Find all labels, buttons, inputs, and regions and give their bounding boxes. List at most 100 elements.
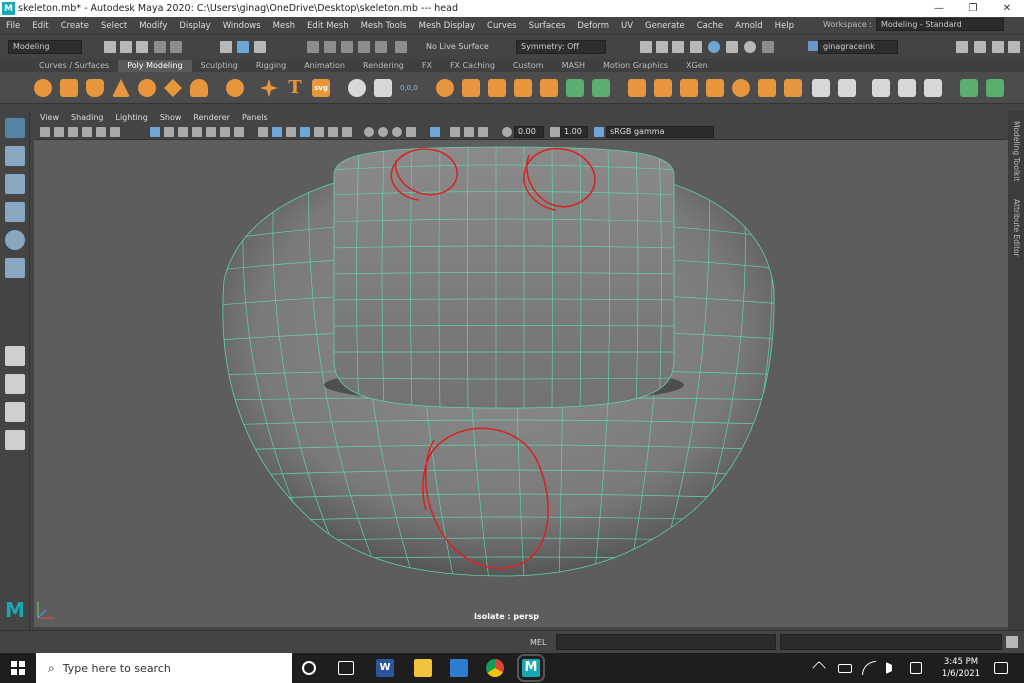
grease-pencil-icon[interactable] — [110, 127, 120, 137]
snap-curve-icon[interactable] — [324, 41, 336, 53]
lasso-tool-icon[interactable] — [5, 146, 25, 166]
menu-create[interactable]: Create — [61, 21, 89, 31]
color-space-dropdown[interactable]: sRGB gamma — [606, 126, 714, 138]
isolate-select-icon[interactable] — [430, 127, 440, 137]
maya-taskbar-icon[interactable]: M — [517, 654, 545, 682]
move-tool-icon[interactable] — [5, 202, 25, 222]
battery-icon[interactable] — [838, 664, 852, 673]
extract-icon[interactable] — [514, 79, 532, 97]
four-view-layout-icon[interactable] — [5, 374, 25, 394]
wireframe-icon[interactable] — [258, 127, 268, 137]
snap-grid-icon[interactable] — [307, 41, 319, 53]
script-editor-icon[interactable] — [1006, 636, 1018, 648]
boolean-icon[interactable] — [462, 79, 480, 97]
chrome-icon[interactable] — [486, 659, 504, 677]
menu-help[interactable]: Help — [775, 21, 794, 31]
quad-draw-icon[interactable] — [872, 79, 890, 97]
panel-menu-view[interactable]: View — [40, 113, 59, 122]
poly-disc-icon[interactable] — [190, 79, 208, 97]
shelf-tab-fx-caching[interactable]: FX Caching — [441, 60, 504, 72]
paint-select-tool-icon[interactable] — [5, 174, 25, 194]
taskbar-clock[interactable]: 3:45 PM 1/6/2021 — [938, 656, 984, 680]
poly-cone-icon[interactable] — [112, 79, 130, 97]
modeling-toolkit-toggle-icon[interactable] — [956, 41, 968, 53]
gamma-field[interactable]: 1.00 — [560, 126, 588, 138]
extrude-icon[interactable] — [628, 79, 646, 97]
menu-generate[interactable]: Generate — [645, 21, 685, 31]
snap-plane-icon[interactable] — [375, 41, 387, 53]
chevron-up-icon[interactable] — [811, 660, 827, 676]
menu-uv[interactable]: UV — [621, 21, 633, 31]
wedge-icon[interactable] — [758, 79, 776, 97]
single-perspective-layout-icon[interactable] — [5, 346, 25, 366]
close-button[interactable]: ✕ — [990, 0, 1024, 17]
super-shape-icon[interactable] — [260, 79, 278, 97]
command-input[interactable] — [556, 634, 776, 650]
bookmark-icon[interactable] — [68, 127, 78, 137]
separate-icon[interactable] — [374, 79, 392, 97]
select-objects-icon[interactable] — [237, 41, 249, 53]
poly-torus-icon[interactable] — [138, 79, 156, 97]
merge-icon[interactable] — [540, 79, 558, 97]
select-components-icon[interactable] — [254, 41, 266, 53]
workspace-dropdown[interactable]: Modeling - Standard — [876, 18, 1004, 31]
snap-live-icon[interactable] — [395, 41, 407, 53]
minimize-button[interactable]: — — [922, 0, 956, 17]
file-explorer-icon[interactable] — [414, 659, 432, 677]
shelf-tab-animation[interactable]: Animation — [295, 60, 354, 72]
rotate-tool-icon[interactable] — [5, 230, 25, 250]
menu-surfaces[interactable]: Surfaces — [529, 21, 566, 31]
channel-box-toggle-icon[interactable] — [1008, 41, 1020, 53]
default-material-icon[interactable] — [286, 127, 296, 137]
pen-workspace-icon[interactable] — [910, 662, 922, 674]
snap-point-icon[interactable] — [341, 41, 353, 53]
xray-icon[interactable] — [314, 127, 324, 137]
panel-menu-show[interactable]: Show — [160, 113, 182, 122]
photos-app-icon[interactable] — [450, 659, 468, 677]
start-button[interactable] — [0, 653, 36, 683]
tab-attribute-editor[interactable]: Attribute Editor — [1012, 199, 1021, 257]
anti-aliasing-icon[interactable] — [406, 127, 416, 137]
undo-icon[interactable] — [154, 41, 166, 53]
textured-icon[interactable] — [328, 127, 338, 137]
menu-windows[interactable]: Windows — [223, 21, 261, 31]
ambient-occlusion-icon[interactable] — [378, 127, 388, 137]
menu-display[interactable]: Display — [179, 21, 210, 31]
append-poly-icon[interactable] — [592, 79, 610, 97]
render-settings-icon[interactable] — [690, 41, 702, 53]
bevel-icon[interactable] — [654, 79, 672, 97]
tab-modeling-toolkit[interactable]: Modeling Toolkit — [1012, 121, 1021, 181]
tool-settings-toggle-icon[interactable] — [992, 41, 1004, 53]
shelf-tab-sculpting[interactable]: Sculpting — [192, 60, 247, 72]
menu-edit-mesh[interactable]: Edit Mesh — [307, 21, 349, 31]
menu-mesh[interactable]: Mesh — [273, 21, 295, 31]
scale-tool-icon[interactable] — [5, 258, 25, 278]
shelf-tab-poly-modeling[interactable]: Poly Modeling — [118, 60, 192, 72]
motion-blur-icon[interactable] — [392, 127, 402, 137]
shelf-tab-fx[interactable]: FX — [413, 60, 441, 72]
render-sequence-icon[interactable] — [656, 41, 668, 53]
grid-icon[interactable] — [150, 127, 160, 137]
wifi-icon[interactable] — [862, 661, 876, 675]
reset-transform-icon[interactable]: 0,0,0 — [400, 79, 422, 97]
select-hierarchy-icon[interactable] — [220, 41, 232, 53]
panel-menu-shading[interactable]: Shading — [71, 113, 104, 122]
uv-editor-icon[interactable] — [960, 79, 978, 97]
live-surface-field[interactable]: No Live Surface — [421, 40, 509, 54]
make-hole-icon[interactable] — [706, 79, 724, 97]
render-view-icon[interactable] — [726, 41, 738, 53]
new-scene-icon[interactable] — [104, 41, 116, 53]
panel-menu-renderer[interactable]: Renderer — [193, 113, 230, 122]
gate-mask-icon[interactable] — [192, 127, 202, 137]
shelf-tab-mash[interactable]: MASH — [553, 60, 594, 72]
menu-mesh-tools[interactable]: Mesh Tools — [361, 21, 407, 31]
poke-icon[interactable] — [732, 79, 750, 97]
ipr-render-icon[interactable] — [672, 41, 684, 53]
pause-icon[interactable] — [762, 41, 774, 53]
poly-sphere-icon[interactable] — [34, 79, 52, 97]
menu-select[interactable]: Select — [101, 21, 127, 31]
smooth-shade-icon[interactable] — [272, 127, 282, 137]
resolution-gate-icon[interactable] — [178, 127, 188, 137]
uv-layout-icon[interactable] — [986, 79, 1004, 97]
film-gate-icon[interactable] — [164, 127, 174, 137]
